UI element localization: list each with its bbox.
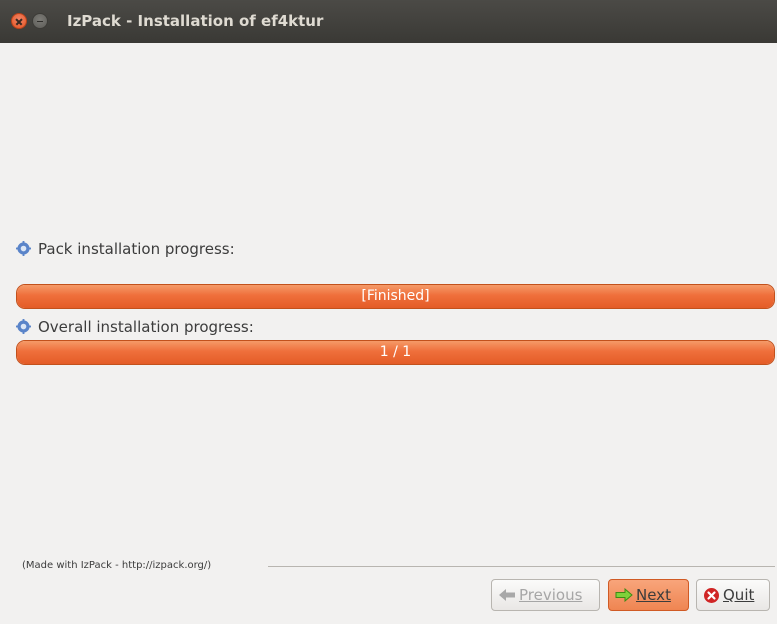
window-titlebar: IzPack - Installation of ef4ktur [0,0,777,43]
overall-progress-label: Overall installation progress: [38,318,254,336]
gear-icon [16,319,31,334]
previous-label: Previous [519,586,583,604]
arrow-right-icon [615,588,633,602]
quit-label: Quit [723,586,755,604]
pack-progress-bar: [Finished] [16,284,775,309]
pack-progress-status: [Finished] [361,288,430,304]
window-minimize-button[interactable] [32,13,48,29]
gear-icon [16,241,31,256]
footer-divider [268,566,775,567]
quit-button[interactable]: Quit [696,579,770,611]
arrow-left-icon [499,589,515,601]
previous-button[interactable]: Previous [491,579,600,611]
pack-progress-label: Pack installation progress: [38,240,235,258]
close-circle-icon [704,587,719,603]
window-title: IzPack - Installation of ef4ktur [67,12,324,30]
pack-progress-label-row: Pack installation progress: [16,240,235,258]
overall-progress-bar: 1 / 1 [16,340,775,365]
izpack-credit: (Made with IzPack - http://izpack.org/) [22,560,212,571]
footer: (Made with IzPack - http://izpack.org/) [22,560,775,574]
overall-progress-label-row: Overall installation progress: [16,318,254,336]
overall-progress-status: 1 / 1 [379,344,412,360]
next-label: Next [636,586,671,604]
next-button[interactable]: Next [608,579,689,611]
window-close-button[interactable] [11,13,27,29]
